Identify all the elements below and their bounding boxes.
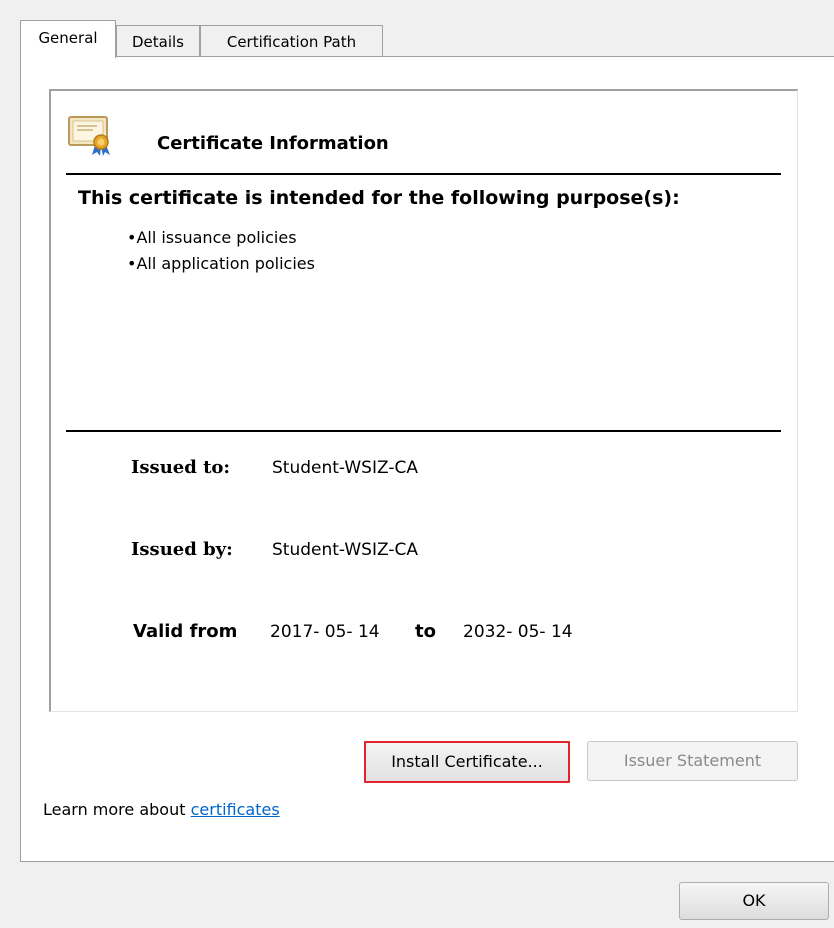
ok-button[interactable]: OK	[679, 882, 829, 920]
certificates-link[interactable]: certificates	[191, 800, 280, 819]
issued-by-label: Issued by:	[131, 539, 233, 560]
install-certificate-button[interactable]: Install Certificate...	[364, 741, 570, 783]
purpose-heading: This certificate is intended for the fol…	[78, 187, 680, 209]
learn-more-prefix: Learn more about	[43, 800, 191, 819]
purpose-item: All application policies	[127, 251, 315, 277]
divider	[66, 430, 781, 432]
tab-general[interactable]: General	[20, 20, 116, 58]
issuer-statement-button[interactable]: Issuer Statement	[587, 741, 798, 781]
valid-from-value: 2017- 05- 14	[270, 622, 380, 642]
issued-by-value: Student-WSIZ-CA	[272, 540, 418, 560]
valid-to-label: to	[415, 621, 436, 642]
issued-to-label: Issued to:	[131, 457, 231, 478]
purpose-list: All issuance policies All application po…	[127, 225, 315, 277]
purpose-item: All issuance policies	[127, 225, 315, 251]
valid-from-label: Valid from	[133, 621, 238, 642]
valid-to-value: 2032- 05- 14	[463, 622, 573, 642]
certificate-info-box: Certificate Information This certificate…	[49, 89, 798, 712]
divider	[66, 173, 781, 175]
tab-details[interactable]: Details	[116, 25, 200, 57]
certificate-icon	[68, 116, 110, 156]
learn-more-text: Learn more about certificates	[43, 800, 280, 819]
issued-to-value: Student-WSIZ-CA	[272, 458, 418, 478]
certificate-title: Certificate Information	[157, 133, 389, 154]
tab-certification-path[interactable]: Certification Path	[200, 25, 383, 57]
